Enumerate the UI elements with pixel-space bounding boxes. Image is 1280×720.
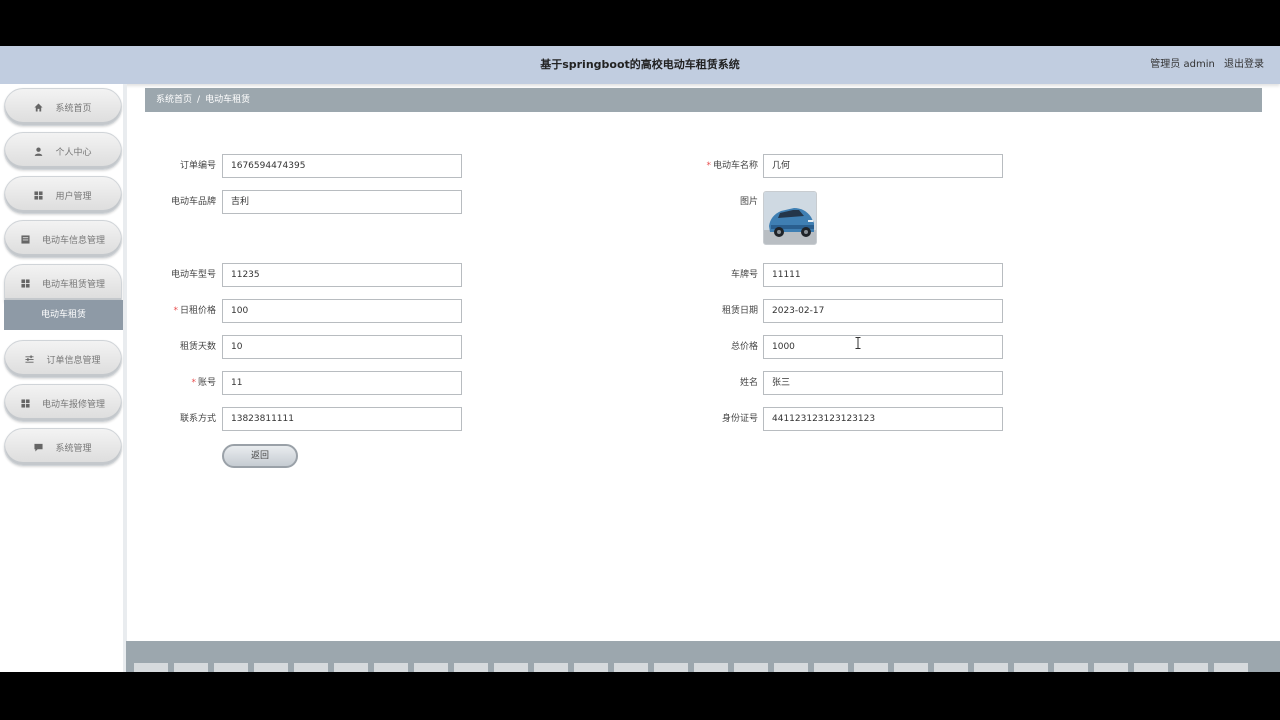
sidebar-item-label: 电动车租赁管理: [41, 279, 105, 290]
breadcrumb-current: 电动车租赁: [205, 95, 251, 105]
rent-date-label: 租赁日期: [721, 306, 758, 316]
breadcrumb-separator: /: [197, 95, 201, 105]
car-name-field[interactable]: 几何: [763, 154, 1003, 178]
sidebar-item-repairs[interactable]: 电动车报修管理: [4, 384, 122, 422]
daily-price-label: * 日租价格: [173, 306, 216, 316]
sidebar-item-home[interactable]: 系统首页: [4, 88, 122, 126]
footer-strip: [134, 663, 1274, 672]
id-card-field[interactable]: 441123123123123123: [763, 407, 1003, 431]
footer-bar: [126, 641, 1280, 672]
order-no-label: 订单编号: [179, 161, 216, 171]
phone-label: 联系方式: [179, 414, 216, 424]
breadcrumb: 系统首页 / 电动车租赁: [145, 88, 1262, 112]
sidebar-item-profile[interactable]: 个人中心: [4, 132, 122, 170]
image-label: 图片: [739, 197, 758, 207]
sidebar-item-label: 系统首页: [55, 103, 92, 114]
car-brand-label: 电动车品牌: [170, 197, 216, 207]
app-viewport: 基于springboot的高校电动车租赁系统 管理员 admin 退出登录 系统…: [0, 46, 1280, 672]
sidebar-item-label: 系统管理: [55, 443, 92, 454]
doc-icon: [21, 234, 30, 244]
user-icon: [34, 147, 43, 156]
total-price-field[interactable]: 1000: [763, 335, 1003, 359]
id-card-label: 身份证号: [721, 414, 758, 424]
account-field[interactable]: 11: [222, 371, 462, 395]
name-field[interactable]: 张三: [763, 371, 1003, 395]
car-brand-field[interactable]: 吉利: [222, 190, 462, 214]
sidebar-item-label: 个人中心: [55, 147, 92, 158]
chat-icon: [34, 443, 44, 452]
user-area: 管理员 admin 退出登录: [1144, 46, 1264, 84]
sidebar-item-users[interactable]: 用户管理: [4, 176, 122, 214]
sidebar-item-system[interactable]: 系统管理: [4, 428, 122, 466]
phone-field[interactable]: 13823811111: [222, 407, 462, 431]
rent-days-field[interactable]: 10: [222, 335, 462, 359]
back-button[interactable]: 返回: [222, 444, 298, 468]
required-mark: *: [191, 378, 196, 388]
sidebar-item-label: 订单信息管理: [46, 355, 101, 366]
required-mark: *: [173, 306, 178, 316]
car-photo-icon: [764, 192, 816, 244]
rent-days-label: 租赁天数: [179, 342, 216, 352]
sidebar-item-label: 电动车报修管理: [41, 399, 105, 410]
logout-link[interactable]: 退出登录: [1224, 59, 1264, 70]
rent-date-field[interactable]: 2023-02-17: [763, 299, 1003, 323]
app-title: 基于springboot的高校电动车租赁系统: [540, 58, 740, 71]
total-price-label: 总价格: [730, 342, 758, 352]
sidebar: 系统首页 个人中心 用户管理 电动车信息管理 电动车租赁管理 电动车租赁 订单信…: [0, 84, 127, 672]
sliders-icon: [25, 354, 35, 364]
sidebar-subitem-ev-rental[interactable]: 电动车租赁: [4, 300, 123, 330]
plate-no-field[interactable]: 11111: [763, 263, 1003, 287]
text-cursor-icon: [855, 334, 861, 349]
sidebar-item-label: 电动车信息管理: [41, 235, 105, 246]
breadcrumb-home[interactable]: 系统首页: [156, 95, 192, 105]
name-label: 姓名: [739, 378, 758, 388]
sidebar-item-ev-rental[interactable]: 电动车租赁管理: [4, 264, 122, 302]
car-model-field[interactable]: 11235: [222, 263, 462, 287]
daily-price-field[interactable]: 100: [222, 299, 462, 323]
grid-icon: [34, 190, 44, 200]
car-name-label: * 电动车名称: [706, 161, 758, 171]
top-header: 基于springboot的高校电动车租赁系统 管理员 admin 退出登录: [0, 46, 1280, 84]
sidebar-item-orders[interactable]: 订单信息管理: [4, 340, 122, 378]
car-image[interactable]: [763, 191, 817, 245]
sidebar-item-ev-info[interactable]: 电动车信息管理: [4, 220, 122, 258]
sidebar-item-label: 用户管理: [55, 191, 92, 202]
grid-icon: [21, 398, 30, 408]
car-model-label: 电动车型号: [170, 270, 216, 280]
user-role: 管理员 admin: [1150, 59, 1215, 70]
grid-icon: [21, 278, 30, 288]
order-no-field[interactable]: 1676594474395: [222, 154, 462, 178]
required-mark: *: [706, 161, 711, 171]
home-icon: [34, 102, 44, 112]
plate-no-label: 车牌号: [730, 270, 758, 280]
account-label: * 账号: [191, 378, 216, 388]
